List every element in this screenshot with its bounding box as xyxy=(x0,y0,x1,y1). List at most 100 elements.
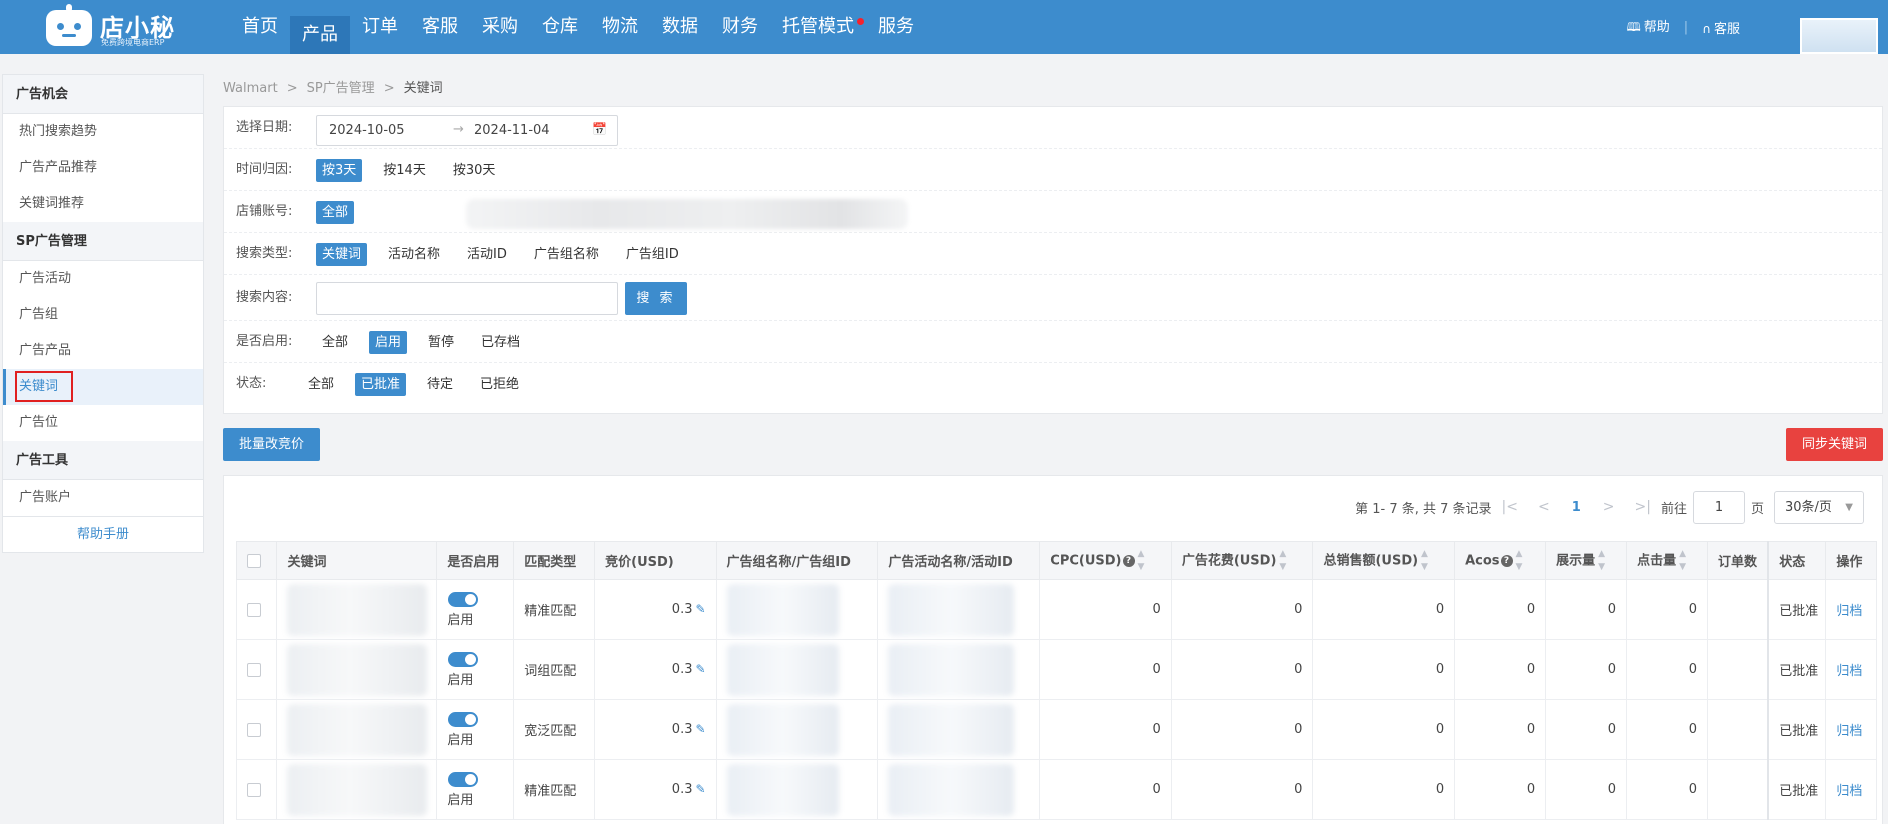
sort-icon[interactable]: ▲ ▼ xyxy=(1279,548,1286,574)
enabled-toggle[interactable] xyxy=(448,651,479,667)
sidebar-item-keyword-recommend[interactable]: 关键词推荐 xyxy=(3,186,203,222)
enabled-toggle-label: 启用 xyxy=(447,672,474,688)
archive-link[interactable]: 归档 xyxy=(1836,724,1862,739)
enabled-option-all[interactable]: 全部 xyxy=(316,331,354,354)
nav-item-customer-service[interactable]: 客服 xyxy=(410,0,470,54)
nav-item-services[interactable]: 服务 xyxy=(866,0,926,54)
sidebar-item-keywords[interactable]: 关键词 xyxy=(3,369,203,405)
current-page[interactable]: 1 xyxy=(1572,500,1581,515)
sales-cell: 0 xyxy=(1312,639,1456,700)
status-option-rejected[interactable]: 已拒绝 xyxy=(474,373,525,396)
search-type-campaign-id[interactable]: 活动ID xyxy=(461,243,513,266)
cpc-cell: 0 xyxy=(1039,759,1172,820)
col-sales[interactable]: 总销售额(USD) ▲ ▼ xyxy=(1312,541,1456,580)
sort-icon[interactable]: ▲ ▼ xyxy=(1421,548,1428,574)
status-option-pending[interactable]: 待定 xyxy=(421,373,459,396)
col-clicks[interactable]: 点击量 ▲ ▼ xyxy=(1626,541,1709,580)
breadcrumb-sp-ads[interactable]: SP广告管理 xyxy=(307,81,375,96)
nav-item-data[interactable]: 数据 xyxy=(650,0,710,54)
row-checkbox[interactable] xyxy=(247,722,261,737)
brand-logo[interactable]: 店小秘 免费跨境电商ERP xyxy=(46,4,174,48)
archive-link[interactable]: 归档 xyxy=(1836,784,1862,799)
sort-icon[interactable]: ▲ ▼ xyxy=(1598,548,1605,574)
col-spend-label: 广告花费(USD) xyxy=(1181,553,1277,568)
status-option-all[interactable]: 全部 xyxy=(302,373,340,396)
nav-item-managed-mode[interactable]: 托管模式 xyxy=(770,0,866,54)
sidebar-item-ad-accounts[interactable]: 广告账户 xyxy=(3,480,203,516)
nav-item-orders[interactable]: 订单 xyxy=(350,0,410,54)
store-label: 店铺账号: xyxy=(236,204,293,219)
enabled-toggle[interactable] xyxy=(448,771,479,787)
nav-item-finance[interactable]: 财务 xyxy=(710,0,770,54)
sidebar-item-ad-product-recommend[interactable]: 广告产品推荐 xyxy=(3,150,203,186)
sidebar-item-placements[interactable]: 广告位 xyxy=(3,405,203,441)
row-checkbox[interactable] xyxy=(247,662,261,677)
date-range-picker[interactable]: 2024-10-05 → 2024-11-04 📅 xyxy=(316,115,618,146)
enabled-toggle[interactable] xyxy=(448,711,479,727)
service-link[interactable]: ∩ 客服 xyxy=(1702,18,1740,37)
user-avatar[interactable] xyxy=(1800,18,1878,54)
search-input[interactable] xyxy=(316,282,618,315)
next-page-icon[interactable]: > xyxy=(1603,499,1615,515)
row-checkbox[interactable] xyxy=(247,602,261,617)
store-option-all[interactable]: 全部 xyxy=(316,200,355,224)
archive-link[interactable]: 归档 xyxy=(1836,664,1862,679)
col-ad-group: 广告组名称/广告组ID xyxy=(715,541,879,580)
archive-link[interactable]: 归档 xyxy=(1836,604,1862,619)
col-spend[interactable]: 广告花费(USD) ▲ ▼ xyxy=(1170,541,1314,580)
brand-subtitle: 免费跨境电商ERP xyxy=(101,38,165,47)
sidebar-item-ad-products[interactable]: 广告产品 xyxy=(3,333,203,369)
enabled-option-enabled[interactable]: 启用 xyxy=(369,330,408,354)
help-link[interactable]: 🕮 帮助 xyxy=(1627,16,1670,39)
help-icon[interactable]: ? xyxy=(1122,554,1135,567)
row-checkbox[interactable] xyxy=(247,782,261,797)
date-start: 2024-10-05 xyxy=(329,123,405,138)
col-impressions[interactable]: 展示量 ▲ ▼ xyxy=(1545,541,1628,580)
sync-keywords-button[interactable]: 同步关键词 xyxy=(1786,428,1883,461)
edit-pencil-icon[interactable]: ✎ xyxy=(695,662,705,676)
prev-page-icon[interactable]: < xyxy=(1538,499,1550,515)
search-type-ad-group-name[interactable]: 广告组名称 xyxy=(528,243,605,266)
attribution-option-3-days[interactable]: 按3天 xyxy=(316,158,363,182)
attribution-option-14-days[interactable]: 按14天 xyxy=(377,159,432,182)
select-all-checkbox[interactable] xyxy=(247,553,261,568)
col-cpc[interactable]: CPC(USD) ?▲ ▼ xyxy=(1039,541,1172,580)
sort-icon[interactable]: ▲ ▼ xyxy=(1138,548,1145,574)
nav-item-warehouse[interactable]: 仓库 xyxy=(530,0,590,54)
attribution-option-30-days[interactable]: 按30天 xyxy=(447,159,502,182)
col-action: 操作 xyxy=(1825,541,1877,580)
status-option-approved[interactable]: 已批准 xyxy=(355,372,407,396)
nav-item-products[interactable]: 产品 xyxy=(290,16,350,54)
table-header-row: 关键词 是否启用 匹配类型 竞价(USD) 广告组名称/广告组ID 广告活动名称… xyxy=(235,541,1877,580)
edit-pencil-icon[interactable]: ✎ xyxy=(695,782,705,796)
enabled-option-paused[interactable]: 暂停 xyxy=(422,331,460,354)
date-label: 选择日期: xyxy=(236,120,293,135)
search-type-keyword[interactable]: 关键词 xyxy=(316,242,368,266)
first-page-icon[interactable]: |< xyxy=(1502,499,1518,515)
enabled-toggle[interactable] xyxy=(448,591,479,607)
sidebar-item-campaigns[interactable]: 广告活动 xyxy=(3,261,203,297)
sort-icon[interactable]: ▲ ▼ xyxy=(1516,548,1523,574)
batch-bid-button[interactable]: 批量改竞价 xyxy=(223,428,320,461)
edit-pencil-icon[interactable]: ✎ xyxy=(695,602,705,616)
edit-pencil-icon[interactable]: ✎ xyxy=(695,722,705,736)
search-button[interactable]: 搜 索 xyxy=(625,282,687,315)
goto-page-input[interactable]: 1 xyxy=(1692,490,1745,524)
arrow-right-icon: → xyxy=(453,122,464,137)
sidebar-item-hot-search-trends[interactable]: 热门搜索趋势 xyxy=(3,114,203,150)
nav-item-home[interactable]: 首页 xyxy=(230,0,290,54)
page-size-select[interactable]: 30条/页 ▼ xyxy=(1774,490,1864,524)
sort-icon[interactable]: ▲ ▼ xyxy=(1679,548,1686,574)
last-page-icon[interactable]: >| xyxy=(1635,499,1651,515)
enabled-option-archived[interactable]: 已存档 xyxy=(475,331,526,354)
help-icon[interactable]: ? xyxy=(1500,554,1513,567)
col-keyword: 关键词 xyxy=(276,541,438,580)
breadcrumb-walmart[interactable]: Walmart xyxy=(223,81,278,96)
nav-item-purchasing[interactable]: 采购 xyxy=(470,0,530,54)
help-manual-link[interactable]: 帮助手册 xyxy=(3,516,203,552)
search-type-ad-group-id[interactable]: 广告组ID xyxy=(620,243,685,266)
nav-item-logistics[interactable]: 物流 xyxy=(590,0,650,54)
search-type-campaign-name[interactable]: 活动名称 xyxy=(382,243,446,266)
sidebar-item-ad-groups[interactable]: 广告组 xyxy=(3,297,203,333)
col-acos[interactable]: Acos ?▲ ▼ xyxy=(1454,541,1547,580)
